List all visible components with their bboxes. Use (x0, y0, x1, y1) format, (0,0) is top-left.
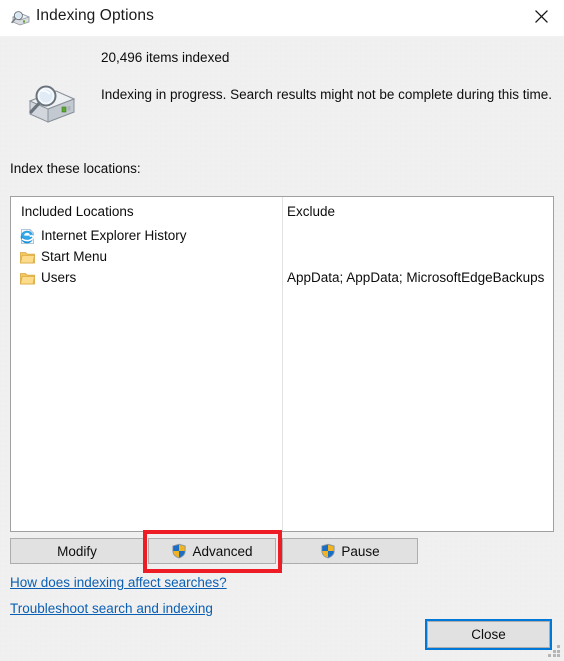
table-row[interactable]: Start Menu (11, 248, 553, 268)
modify-button[interactable]: Modify (10, 538, 144, 564)
window-title: Indexing Options (36, 7, 154, 24)
exclude-value: AppData; AppData; MicrosoftEdgeBackups (287, 270, 545, 285)
uac-shield-icon (171, 543, 187, 559)
modify-button-label: Modify (57, 543, 97, 559)
indexed-locations-list[interactable]: Included Locations Exclude Internet Expl… (10, 196, 554, 532)
list-item-label: Start Menu (41, 249, 108, 264)
titlebar: Indexing Options (0, 0, 564, 37)
pause-button-label: Pause (341, 543, 380, 559)
items-indexed-status: 20,496 items indexed (101, 50, 230, 65)
index-locations-label: Index these locations: (10, 161, 141, 176)
list-item-label: Users (41, 270, 77, 285)
list-item-label: Internet Explorer History (41, 228, 187, 243)
troubleshoot-search-and-indexing-link[interactable]: Troubleshoot search and indexing (10, 601, 213, 616)
close-icon[interactable] (518, 0, 564, 32)
internet-explorer-icon (19, 228, 36, 245)
close-button-label: Close (471, 627, 506, 642)
table-row[interactable]: Internet Explorer History (11, 227, 553, 247)
advanced-button[interactable]: Advanced (148, 538, 276, 564)
folder-icon (19, 270, 36, 287)
indexing-drive-search-icon (10, 9, 30, 27)
column-header-exclude: Exclude (287, 204, 336, 219)
how-does-indexing-affect-searches-link[interactable]: How does indexing affect searches? (10, 575, 227, 590)
uac-shield-icon (320, 543, 336, 559)
indexing-options-dialog: Indexing Options 20,496 items indexed In… (0, 0, 564, 661)
folder-icon (19, 249, 36, 266)
indexing-progress-message: Indexing in progress. Search results mig… (101, 87, 552, 102)
column-header-included-locations: Included Locations (21, 204, 134, 219)
resize-grip[interactable] (548, 645, 561, 658)
advanced-button-label: Advanced (192, 543, 253, 559)
drive-magnifier-icon (22, 79, 78, 125)
pause-button[interactable]: Pause (282, 538, 418, 564)
close-button[interactable]: Close (425, 619, 552, 650)
